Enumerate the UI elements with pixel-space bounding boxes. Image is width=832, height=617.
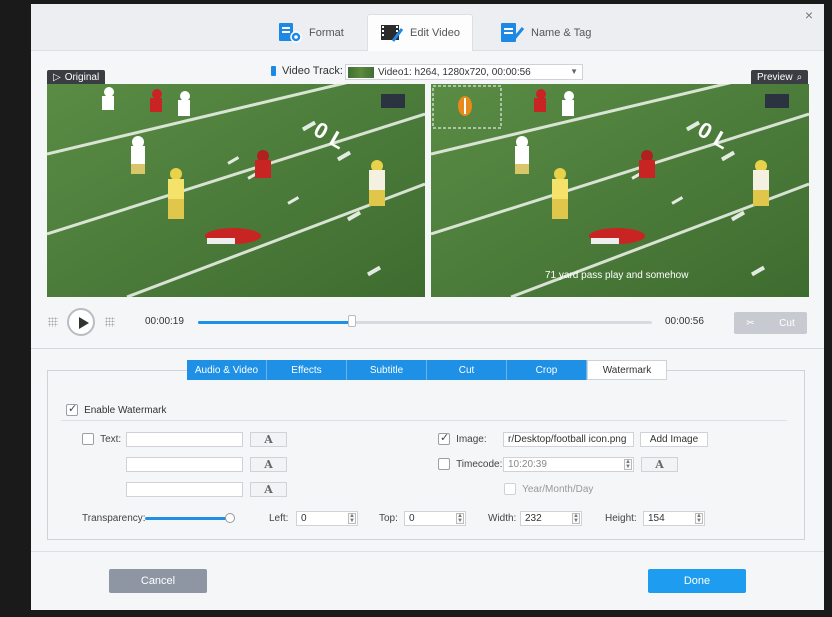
height-input[interactable]: 154 ▲ ▼	[643, 511, 705, 526]
preview-video: 0 L 71 yard pass play and somehow	[431, 84, 809, 297]
left-label: Left:	[269, 513, 289, 524]
text-watermark-row[interactable]: Text:	[82, 433, 122, 446]
video-track-icon	[271, 66, 276, 76]
tab-name-tag-label: Name & Tag	[531, 26, 592, 39]
transparency-thumb[interactable]	[225, 513, 235, 523]
original-label-text: Original	[64, 71, 100, 83]
top-tab-bar: Format Edit Video Name & Tag ×	[31, 4, 824, 51]
image-checkbox[interactable]	[438, 431, 450, 446]
divider	[31, 348, 824, 349]
original-video: 0 L	[47, 84, 425, 297]
tab-format[interactable]: Format	[265, 14, 356, 51]
image-label: Image:	[456, 434, 487, 445]
tab-format-label: Format	[309, 26, 344, 39]
width-value: 232	[525, 513, 542, 524]
subtab-subtitle[interactable]: Subtitle	[347, 360, 427, 380]
enable-watermark-label: Enable Watermark	[84, 405, 167, 416]
height-label: Height:	[605, 513, 637, 524]
grip-right-icon	[105, 317, 115, 327]
left-input[interactable]: 0 ▲ ▼	[296, 511, 358, 526]
playback-controls: 00:00:19 00:00:56 ✂ Cut	[31, 306, 824, 336]
enable-watermark-checkbox[interactable]	[66, 402, 78, 417]
timecode-row[interactable]: Timecode:	[438, 458, 503, 471]
text-input-2[interactable]	[126, 457, 243, 472]
edit-subtabs: Audio & Video Effects Subtitle Cut Crop …	[187, 360, 667, 380]
text-label: Text:	[100, 434, 122, 445]
edit-video-icon	[380, 23, 404, 43]
width-label: Width:	[488, 513, 517, 524]
image-path-input[interactable]: r/Desktop/football icon.png	[503, 432, 634, 447]
cut-button[interactable]: ✂ Cut	[734, 312, 807, 334]
timecode-input[interactable]: 10:20:39 ▲ ▼	[503, 457, 634, 472]
subtab-effects[interactable]: Effects	[267, 360, 347, 380]
scissors-icon: ✂	[746, 317, 755, 329]
video-track-row: Video Track: Video1: h264, 1280x720, 00:…	[31, 64, 824, 80]
video-track-label: Video Track:	[282, 65, 343, 77]
top-value: 0	[409, 513, 415, 524]
original-label: ▷ Original	[47, 70, 106, 84]
text-input-3[interactable]	[126, 482, 243, 497]
total-time: 00:00:56	[665, 316, 704, 327]
video-caption: 71 yard pass play and somehow	[545, 270, 689, 281]
spinner-icon[interactable]: ▲ ▼	[572, 513, 580, 524]
left-value: 0	[301, 513, 307, 524]
seek-bar[interactable]	[198, 315, 652, 327]
triangle-icon: ▷	[53, 71, 61, 83]
top-label: Top:	[379, 513, 398, 524]
video-track-select[interactable]: Video1: h264, 1280x720, 00:00:56 ▼	[345, 64, 583, 80]
font-button-3[interactable]: A	[250, 482, 287, 497]
height-value: 154	[648, 513, 665, 524]
subtab-audio-video[interactable]: Audio & Video	[187, 360, 267, 380]
font-button-2[interactable]: A	[250, 457, 287, 472]
video-track-value: Video1: h264, 1280x720, 00:00:56	[378, 66, 531, 78]
close-icon[interactable]: ×	[802, 8, 816, 22]
spinner-icon[interactable]: ▲ ▼	[348, 513, 356, 524]
timecode-value: 10:20:39	[508, 459, 547, 470]
timecode-label: Timecode:	[456, 459, 503, 470]
text-checkbox[interactable]	[82, 433, 94, 446]
subtab-crop[interactable]: Crop	[507, 360, 587, 380]
transparency-slider[interactable]	[145, 513, 235, 523]
current-time: 00:00:19	[145, 316, 184, 327]
subtab-cut[interactable]: Cut	[427, 360, 507, 380]
chevron-down-icon: ▼	[570, 67, 578, 76]
add-image-button[interactable]: Add Image	[640, 432, 708, 447]
format-icon	[277, 22, 303, 44]
preview-label[interactable]: Preview ⌕	[751, 70, 809, 84]
date-checkbox[interactable]	[504, 483, 516, 496]
image-watermark-row[interactable]: Image:	[438, 431, 487, 446]
watermark-overlay[interactable]	[431, 84, 501, 128]
seek-progress	[198, 321, 353, 324]
edit-video-dialog: Format Edit Video Name & Tag × Video Tra…	[31, 4, 824, 610]
search-icon: ⌕	[796, 71, 803, 83]
cut-button-label: Cut	[779, 317, 795, 329]
timecode-checkbox[interactable]	[438, 458, 450, 471]
spinner-icon[interactable]: ▲ ▼	[456, 513, 464, 524]
enable-watermark-row[interactable]: Enable Watermark	[66, 402, 167, 417]
preview-label-text: Preview	[757, 71, 793, 83]
seek-thumb[interactable]	[348, 315, 357, 327]
done-button[interactable]: Done	[648, 569, 746, 593]
date-label: Year/Month/Day	[522, 484, 594, 495]
name-tag-icon	[499, 22, 525, 44]
spinner-icon[interactable]: ▲ ▼	[695, 513, 703, 524]
tab-edit-video-label: Edit Video	[410, 27, 460, 39]
tab-name-tag[interactable]: Name & Tag	[487, 14, 603, 51]
video-thumbnail	[348, 66, 374, 78]
panel-divider	[61, 420, 787, 421]
font-button-1[interactable]: A	[250, 432, 287, 447]
tab-edit-video[interactable]: Edit Video	[367, 14, 473, 51]
date-format-row[interactable]: Year/Month/Day	[504, 483, 594, 496]
subtab-watermark[interactable]: Watermark	[587, 360, 667, 380]
cancel-button[interactable]: Cancel	[109, 569, 207, 593]
grip-left-icon	[48, 317, 58, 327]
top-input[interactable]: 0 ▲ ▼	[404, 511, 466, 526]
timecode-font-button[interactable]: A	[641, 457, 678, 472]
text-input-1[interactable]	[126, 432, 243, 447]
width-input[interactable]: 232 ▲ ▼	[520, 511, 582, 526]
spinner-icon[interactable]: ▲ ▼	[624, 459, 632, 470]
play-icon[interactable]	[67, 308, 95, 336]
transparency-label: Transparency:	[82, 513, 146, 524]
footer-divider	[31, 551, 824, 552]
